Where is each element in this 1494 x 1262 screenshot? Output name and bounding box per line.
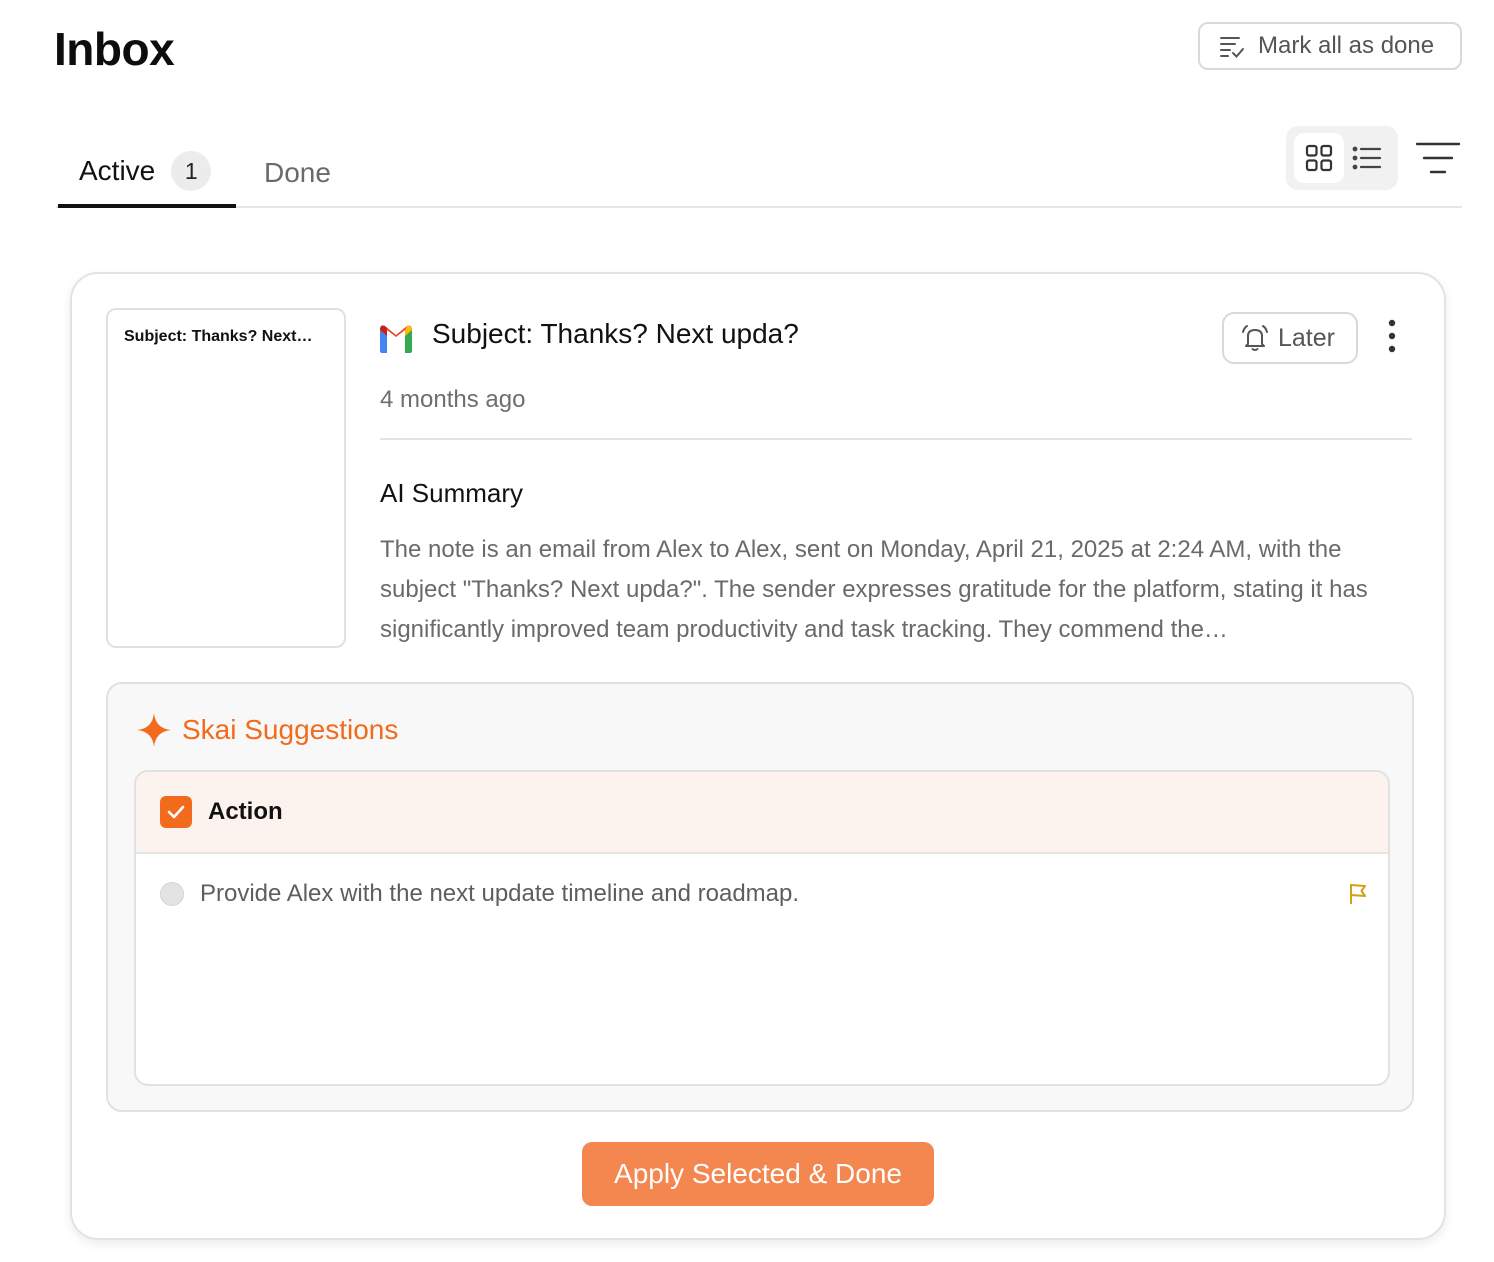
page-title: Inbox <box>54 23 175 75</box>
ai-summary-text: The note is an email from Alex to Alex, … <box>380 536 1368 643</box>
view-toggle <box>1286 126 1398 190</box>
tab-active-count-badge: 1 <box>171 151 212 191</box>
suggestion-item[interactable]: Provide Alex with the next update timeli… <box>160 880 1370 908</box>
tab-done-label: Done <box>264 157 331 188</box>
action-group-checkbox[interactable] <box>160 796 192 828</box>
action-group-header: Action <box>136 772 1388 854</box>
apply-selected-done-button[interactable]: Apply Selected & Done <box>582 1142 934 1206</box>
bell-icon <box>1242 325 1268 351</box>
tab-done[interactable]: Done <box>264 138 331 208</box>
timestamp: 4 months ago <box>380 386 526 413</box>
action-group-label: Action <box>208 798 283 825</box>
grid-view-button[interactable] <box>1294 133 1344 183</box>
filter-icon <box>1415 142 1461 174</box>
later-label: Later <box>1278 323 1335 352</box>
flag-icon[interactable] <box>1346 882 1370 906</box>
tab-bar: Active 1 Done <box>56 138 1462 208</box>
email-subject[interactable]: Subject: Thanks? Next upda? <box>432 318 799 350</box>
tab-active-label: Active <box>79 155 156 186</box>
grid-icon <box>1305 144 1333 172</box>
divider <box>380 438 1412 440</box>
skai-suggestions-panel: Skai Suggestions Action Provide Alex wit… <box>106 682 1414 1112</box>
mark-all-done-label: Mark all as done <box>1258 32 1435 59</box>
skai-suggestions-title: Skai Suggestions <box>182 714 399 745</box>
tab-active[interactable]: Active 1 <box>58 138 236 208</box>
sparkle-icon <box>137 713 171 747</box>
thumbnail-text: Subject: Thanks? Next… <box>124 328 313 345</box>
list-icon <box>1352 146 1382 170</box>
more-options-button[interactable] <box>1374 314 1410 358</box>
later-button[interactable]: Later <box>1222 312 1358 364</box>
filter-button[interactable] <box>1414 138 1462 178</box>
mark-all-done-button[interactable]: Mark all as done <box>1198 22 1462 70</box>
list-check-icon <box>1220 37 1244 58</box>
checkmark-icon <box>167 805 185 819</box>
suggestion-select-radio[interactable] <box>160 882 184 906</box>
more-vertical-icon <box>1388 319 1396 353</box>
gmail-icon <box>380 325 412 353</box>
inbox-item-card: Subject: Thanks? Next… Subject: Thanks? … <box>70 272 1446 1240</box>
note-thumbnail[interactable]: Subject: Thanks? Next… <box>106 308 346 648</box>
skai-suggestions-header: Skai Suggestions <box>136 712 398 748</box>
suggestion-text: Provide Alex with the next update timeli… <box>200 880 800 907</box>
ai-summary-heading: AI Summary <box>380 478 524 508</box>
list-view-button[interactable] <box>1342 133 1392 183</box>
action-group: Action Provide Alex with the next update… <box>134 770 1390 1086</box>
